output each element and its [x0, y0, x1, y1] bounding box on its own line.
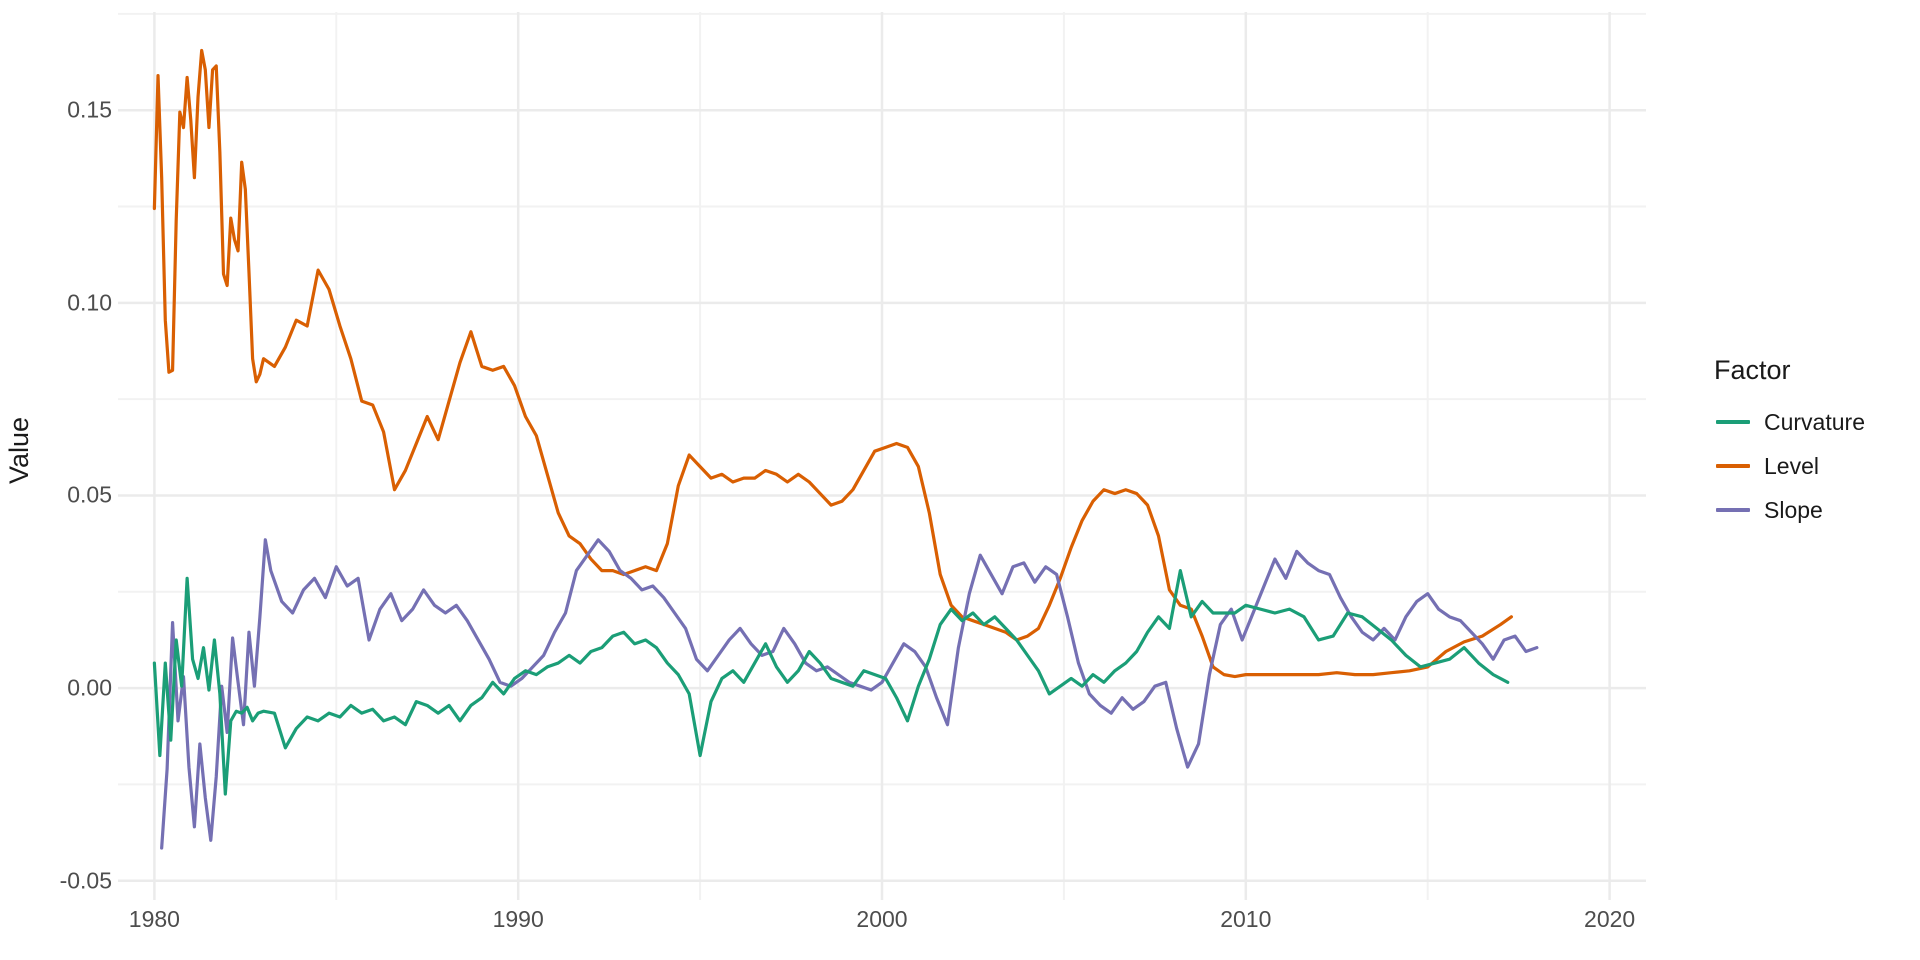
data-series-layer — [152, 48, 1539, 850]
plot-panel — [118, 12, 1646, 900]
series-line-slope — [160, 538, 1539, 850]
major-gridlines — [118, 12, 1646, 900]
x-tick-label: 2000 — [856, 906, 908, 932]
legend-label: Curvature — [1764, 408, 1865, 435]
x-tick-label: 1980 — [128, 906, 180, 932]
y-tick-label: 0.05 — [67, 481, 112, 508]
chart-figure: Value -0.05 0.00 0.05 0.10 0.15 1980 1990 2000… — [0, 0, 1920, 960]
legend-item-level[interactable]: Level — [1712, 444, 1912, 488]
y-tick-label: 0.15 — [67, 96, 112, 123]
legend-line-icon — [1712, 495, 1754, 525]
x-tick-label: 2020 — [1584, 906, 1636, 932]
legend-swatch — [1716, 464, 1750, 468]
legend-label: Slope — [1764, 496, 1823, 523]
legend: Factor Curvature Level Slope — [1712, 355, 1912, 532]
x-tick-label: 2010 — [1220, 906, 1272, 932]
plot-svg — [118, 12, 1646, 900]
legend-title: Factor — [1714, 355, 1791, 385]
legend-line-icon — [1712, 407, 1754, 437]
legend-label: Level — [1764, 452, 1819, 479]
y-tick-label: -0.05 — [59, 867, 112, 894]
legend-item-curvature[interactable]: Curvature — [1712, 400, 1912, 444]
y-tick-label: 0.10 — [67, 289, 112, 316]
y-tick-label: 0.00 — [67, 674, 112, 701]
legend-item-slope[interactable]: Slope — [1712, 488, 1912, 532]
legend-swatch — [1716, 508, 1750, 512]
x-axis-tick-labels: 1980 1990 2000 2010 2020 — [118, 900, 1646, 940]
legend-line-icon — [1712, 451, 1754, 481]
legend-items: Curvature Level Slope — [1712, 400, 1912, 532]
legend-swatch — [1716, 420, 1750, 424]
y-axis-tick-labels: -0.05 0.00 0.05 0.10 0.15 — [22, 0, 112, 900]
x-tick-label: 1990 — [492, 906, 544, 932]
series-line-curvature — [152, 569, 1510, 796]
